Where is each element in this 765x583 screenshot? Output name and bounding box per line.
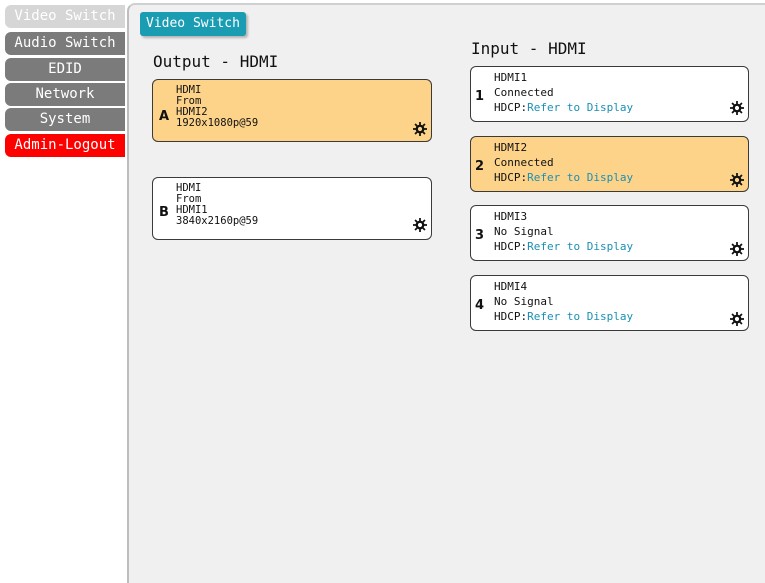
input-status: Connected (494, 156, 554, 169)
input-number: 4 (475, 298, 485, 313)
input-box-4[interactable]: 4 HDMI4 No Signal HDCP:Refer to Display (470, 275, 749, 331)
output-letter: A (159, 109, 170, 124)
hdcp-label: HDCP: (494, 101, 528, 114)
input-status: No Signal (494, 295, 554, 308)
hdcp-value: Refer to Display (527, 101, 634, 114)
hdcp-label: HDCP: (494, 240, 528, 253)
gear-icon[interactable] (730, 312, 744, 326)
input-hdcp: HDCP:Refer to Display (494, 170, 633, 185)
input-status: Connected (494, 86, 554, 99)
input-number: 2 (475, 159, 485, 174)
tab-video-switch[interactable]: Video Switch (140, 12, 246, 36)
output-resolution: 3840x2160p@59 (176, 215, 259, 227)
gear-icon[interactable] (730, 173, 744, 187)
input-info: HDMI2 Connected HDCP:Refer to Display (494, 140, 633, 185)
gear-icon[interactable] (730, 242, 744, 256)
output-section-title: Output - HDMI (153, 52, 279, 71)
input-number: 3 (475, 228, 485, 243)
input-info: HDMI1 Connected HDCP:Refer to Display (494, 70, 633, 115)
input-status: No Signal (494, 225, 554, 238)
gear-icon[interactable] (730, 101, 744, 115)
input-hdcp: HDCP:Refer to Display (494, 309, 633, 324)
hdcp-value: Refer to Display (527, 310, 634, 323)
input-hdcp: HDCP:Refer to Display (494, 239, 633, 254)
sidebar-item-video-switch[interactable]: Video Switch (5, 5, 125, 28)
output-box-b[interactable]: B HDMI From HDMI1 3840x2160p@59 (152, 177, 432, 240)
sidebar-item-audio-switch[interactable]: Audio Switch (5, 32, 125, 55)
input-info: HDMI3 No Signal HDCP:Refer to Display (494, 209, 633, 254)
output-box-a[interactable]: A HDMI From HDMI2 1920x1080p@59 (152, 79, 432, 142)
sidebar-item-admin-logout[interactable]: Admin-Logout (5, 134, 125, 157)
input-box-3[interactable]: 3 HDMI3 No Signal HDCP:Refer to Display (470, 205, 749, 261)
output-letter: B (159, 205, 169, 220)
gear-icon[interactable] (413, 122, 427, 136)
input-section-title: Input - HDMI (471, 39, 587, 58)
sidebar-item-network[interactable]: Network (5, 83, 125, 106)
input-info: HDMI4 No Signal HDCP:Refer to Display (494, 279, 633, 324)
input-hdcp: HDCP:Refer to Display (494, 100, 633, 115)
input-name: HDMI2 (494, 141, 528, 154)
output-info: HDMI From HDMI1 3840x2160p@59 (176, 183, 258, 227)
output-info: HDMI From HDMI2 1920x1080p@59 (176, 85, 258, 129)
hdcp-label: HDCP: (494, 171, 528, 184)
hdcp-label: HDCP: (494, 310, 528, 323)
input-number: 1 (475, 89, 485, 104)
input-box-2[interactable]: 2 HDMI2 Connected HDCP:Refer to Display (470, 136, 749, 192)
input-name: HDMI1 (494, 71, 528, 84)
hdcp-value: Refer to Display (527, 240, 634, 253)
input-name: HDMI4 (494, 280, 528, 293)
output-resolution: 1920x1080p@59 (176, 117, 259, 129)
gear-icon[interactable] (413, 218, 427, 232)
sidebar-item-system[interactable]: System (5, 108, 125, 131)
sidebar-item-edid[interactable]: EDID (5, 58, 125, 81)
input-box-1[interactable]: 1 HDMI1 Connected HDCP:Refer to Display (470, 66, 749, 122)
hdcp-value: Refer to Display (527, 171, 634, 184)
input-name: HDMI3 (494, 210, 528, 223)
